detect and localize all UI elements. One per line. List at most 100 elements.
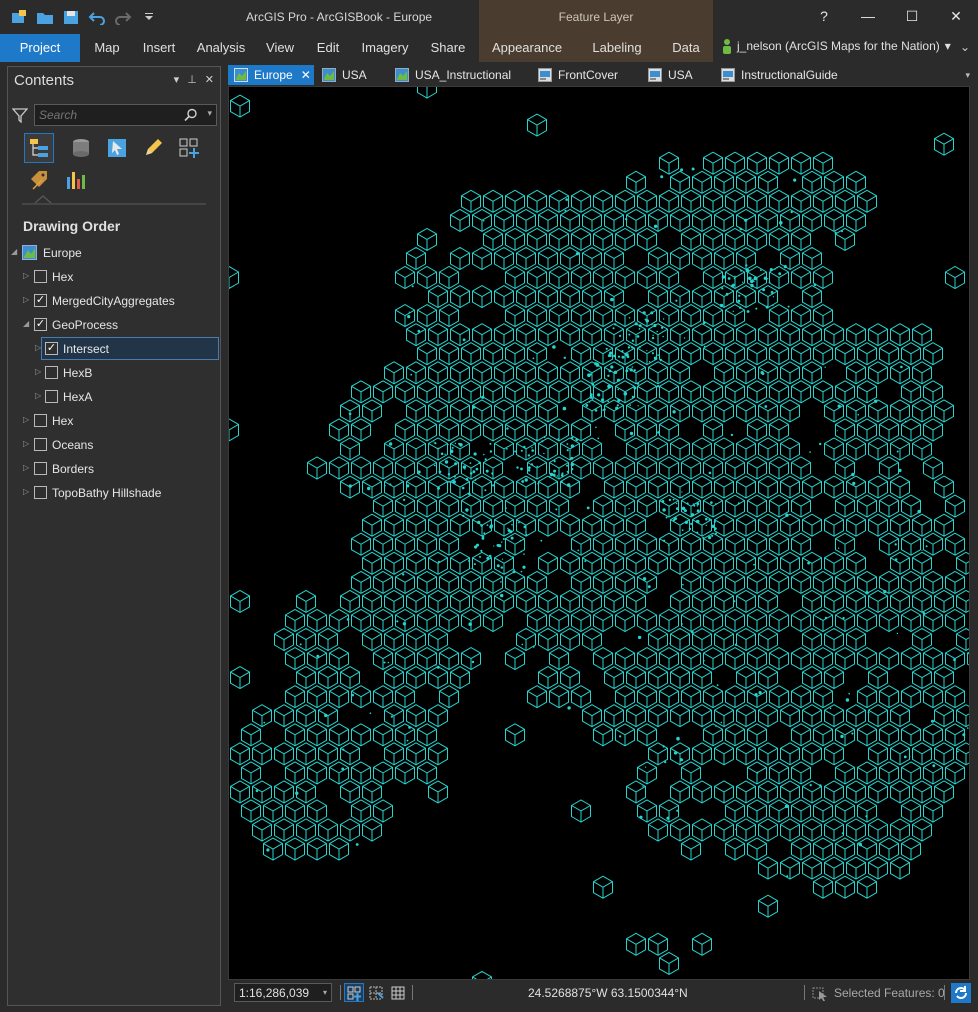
tab-share[interactable]: Share bbox=[422, 34, 474, 62]
hex-cell bbox=[857, 380, 877, 404]
close-button[interactable]: ✕ bbox=[934, 0, 978, 32]
expand-icon[interactable]: ▷ bbox=[23, 415, 29, 424]
visibility-checkbox[interactable] bbox=[45, 390, 58, 403]
tab-data[interactable]: Data bbox=[664, 34, 708, 62]
hex-cell bbox=[736, 475, 756, 499]
help-button[interactable]: ? bbox=[802, 0, 846, 32]
snapping-icon[interactable] bbox=[344, 983, 364, 1002]
expand-icon[interactable]: ▷ bbox=[35, 343, 41, 352]
hex-cell bbox=[362, 627, 382, 652]
map-view[interactable] bbox=[228, 86, 970, 980]
hex-cell bbox=[802, 589, 822, 613]
tab-overflow-icon[interactable]: ▾ bbox=[965, 70, 970, 81]
expand-icon[interactable]: ▷ bbox=[23, 487, 29, 496]
list-by-selection-icon[interactable] bbox=[102, 133, 132, 163]
tab-project[interactable]: Project bbox=[0, 34, 80, 62]
list-by-editing-icon[interactable] bbox=[138, 133, 168, 163]
tab-edit[interactable]: Edit bbox=[308, 34, 348, 62]
visibility-checkbox[interactable] bbox=[34, 414, 47, 427]
view-tab-usa-map[interactable]: USA bbox=[322, 65, 367, 85]
hex-cell bbox=[582, 513, 602, 537]
selected-features[interactable]: Selected Features: 0 bbox=[812, 985, 945, 1001]
pin-icon[interactable]: ⊥ bbox=[187, 73, 197, 86]
list-by-snapping-icon[interactable] bbox=[174, 133, 204, 163]
grid-snap-icon[interactable] bbox=[366, 983, 386, 1002]
new-project-icon[interactable] bbox=[8, 7, 30, 27]
maximize-button[interactable]: ☐ bbox=[890, 0, 934, 32]
visibility-checkbox[interactable] bbox=[34, 270, 47, 283]
expand-icon[interactable]: ▷ bbox=[23, 295, 29, 304]
layer-row-mergedcityaggregates[interactable]: ▷ ✓ MergedCityAggregates bbox=[8, 289, 220, 313]
layer-row-hex-2[interactable]: ▷ Hex bbox=[8, 409, 220, 433]
save-project-icon[interactable] bbox=[60, 7, 82, 27]
view-tab-frontcover[interactable]: FrontCover bbox=[538, 65, 618, 85]
user-account[interactable]: j_nelson (ArcGIS Maps for the Nation) ▾ bbox=[722, 38, 951, 54]
close-tab-icon[interactable]: ✕ bbox=[301, 68, 311, 82]
collapse-icon[interactable]: ◢ bbox=[11, 247, 17, 256]
city-point bbox=[661, 500, 665, 503]
pane-close-icon[interactable]: ✕ bbox=[205, 73, 214, 86]
ribbon-collapse-icon[interactable]: ⌄ bbox=[960, 40, 970, 54]
city-point bbox=[841, 832, 844, 835]
open-project-icon[interactable] bbox=[34, 7, 56, 27]
city-point bbox=[754, 693, 758, 697]
list-by-charts-icon[interactable] bbox=[60, 165, 90, 195]
pane-menu-icon[interactable]: ▾ bbox=[174, 73, 180, 86]
expand-icon[interactable]: ▷ bbox=[23, 439, 29, 448]
expand-icon[interactable]: ▷ bbox=[35, 391, 41, 400]
search-icon[interactable] bbox=[184, 108, 198, 125]
hexbin-map[interactable] bbox=[229, 87, 970, 980]
hex-cell bbox=[516, 285, 536, 309]
layer-row-intersect[interactable]: ▷ ✓ Intersect bbox=[8, 337, 220, 361]
visibility-checkbox[interactable] bbox=[34, 462, 47, 475]
layer-row-hex[interactable]: ▷ Hex bbox=[8, 265, 220, 289]
expand-icon[interactable]: ▷ bbox=[23, 271, 29, 280]
tab-insert[interactable]: Insert bbox=[136, 34, 182, 62]
layer-row-hexa[interactable]: ▷ HexA bbox=[8, 385, 220, 409]
view-tab-europe[interactable]: Europe ✕ bbox=[228, 65, 314, 85]
hex-cell bbox=[846, 818, 866, 842]
layer-row-europe[interactable]: ◢ Europe bbox=[8, 241, 220, 265]
layer-row-geoprocess[interactable]: ◢ ✓ GeoProcess bbox=[8, 313, 220, 337]
layer-row-oceans[interactable]: ▷ Oceans bbox=[8, 433, 220, 457]
list-by-labeling-icon[interactable] bbox=[24, 165, 54, 195]
refresh-icon[interactable] bbox=[950, 982, 972, 1004]
tab-labeling[interactable]: Labeling bbox=[584, 34, 650, 62]
scale-selector[interactable]: 1:16,286,039 ▾ bbox=[234, 983, 332, 1002]
tab-view[interactable]: View bbox=[260, 34, 300, 62]
search-input[interactable] bbox=[39, 107, 179, 123]
layer-row-borders[interactable]: ▷ Borders bbox=[8, 457, 220, 481]
tab-analysis[interactable]: Analysis bbox=[190, 34, 252, 62]
view-tab-usa-layout[interactable]: USA bbox=[648, 65, 693, 85]
grid-icon[interactable] bbox=[388, 983, 408, 1002]
tab-map[interactable]: Map bbox=[86, 34, 128, 62]
filter-icon[interactable] bbox=[11, 107, 29, 126]
visibility-checkbox[interactable] bbox=[45, 366, 58, 379]
tab-appearance[interactable]: Appearance bbox=[484, 34, 570, 62]
expand-icon[interactable]: ▷ bbox=[35, 367, 41, 376]
city-point bbox=[783, 265, 787, 269]
visibility-checkbox[interactable] bbox=[34, 486, 47, 499]
visibility-checkbox[interactable]: ✓ bbox=[45, 342, 58, 355]
hex-cell bbox=[549, 685, 569, 709]
minimize-button[interactable]: — bbox=[846, 0, 890, 32]
tab-imagery[interactable]: Imagery bbox=[356, 34, 414, 62]
redo-icon[interactable] bbox=[112, 7, 134, 27]
layer-row-topobathy-hillshade[interactable]: ▷ TopoBathy Hillshade bbox=[8, 481, 220, 505]
visibility-checkbox[interactable] bbox=[34, 438, 47, 451]
undo-icon[interactable] bbox=[86, 7, 108, 27]
list-by-source-icon[interactable] bbox=[66, 133, 96, 163]
expand-icon[interactable]: ▷ bbox=[23, 463, 29, 472]
chevron-down-icon[interactable]: ▾ bbox=[323, 988, 327, 997]
view-tab-instructionalguide[interactable]: InstructionalGuide bbox=[721, 65, 838, 85]
list-by-drawing-order-icon[interactable] bbox=[24, 133, 54, 163]
visibility-checkbox[interactable]: ✓ bbox=[34, 294, 47, 307]
search-options-icon[interactable]: ▾ bbox=[207, 108, 212, 119]
view-tab-usa-instructional[interactable]: USA_Instructional bbox=[395, 65, 511, 85]
customize-toolbar-icon[interactable] bbox=[138, 7, 160, 27]
layer-row-hexb[interactable]: ▷ HexB bbox=[8, 361, 220, 385]
collapse-icon[interactable]: ◢ bbox=[23, 319, 29, 328]
hex-cell bbox=[725, 799, 745, 823]
hex-cell bbox=[890, 780, 910, 804]
visibility-checkbox[interactable]: ✓ bbox=[34, 318, 47, 331]
